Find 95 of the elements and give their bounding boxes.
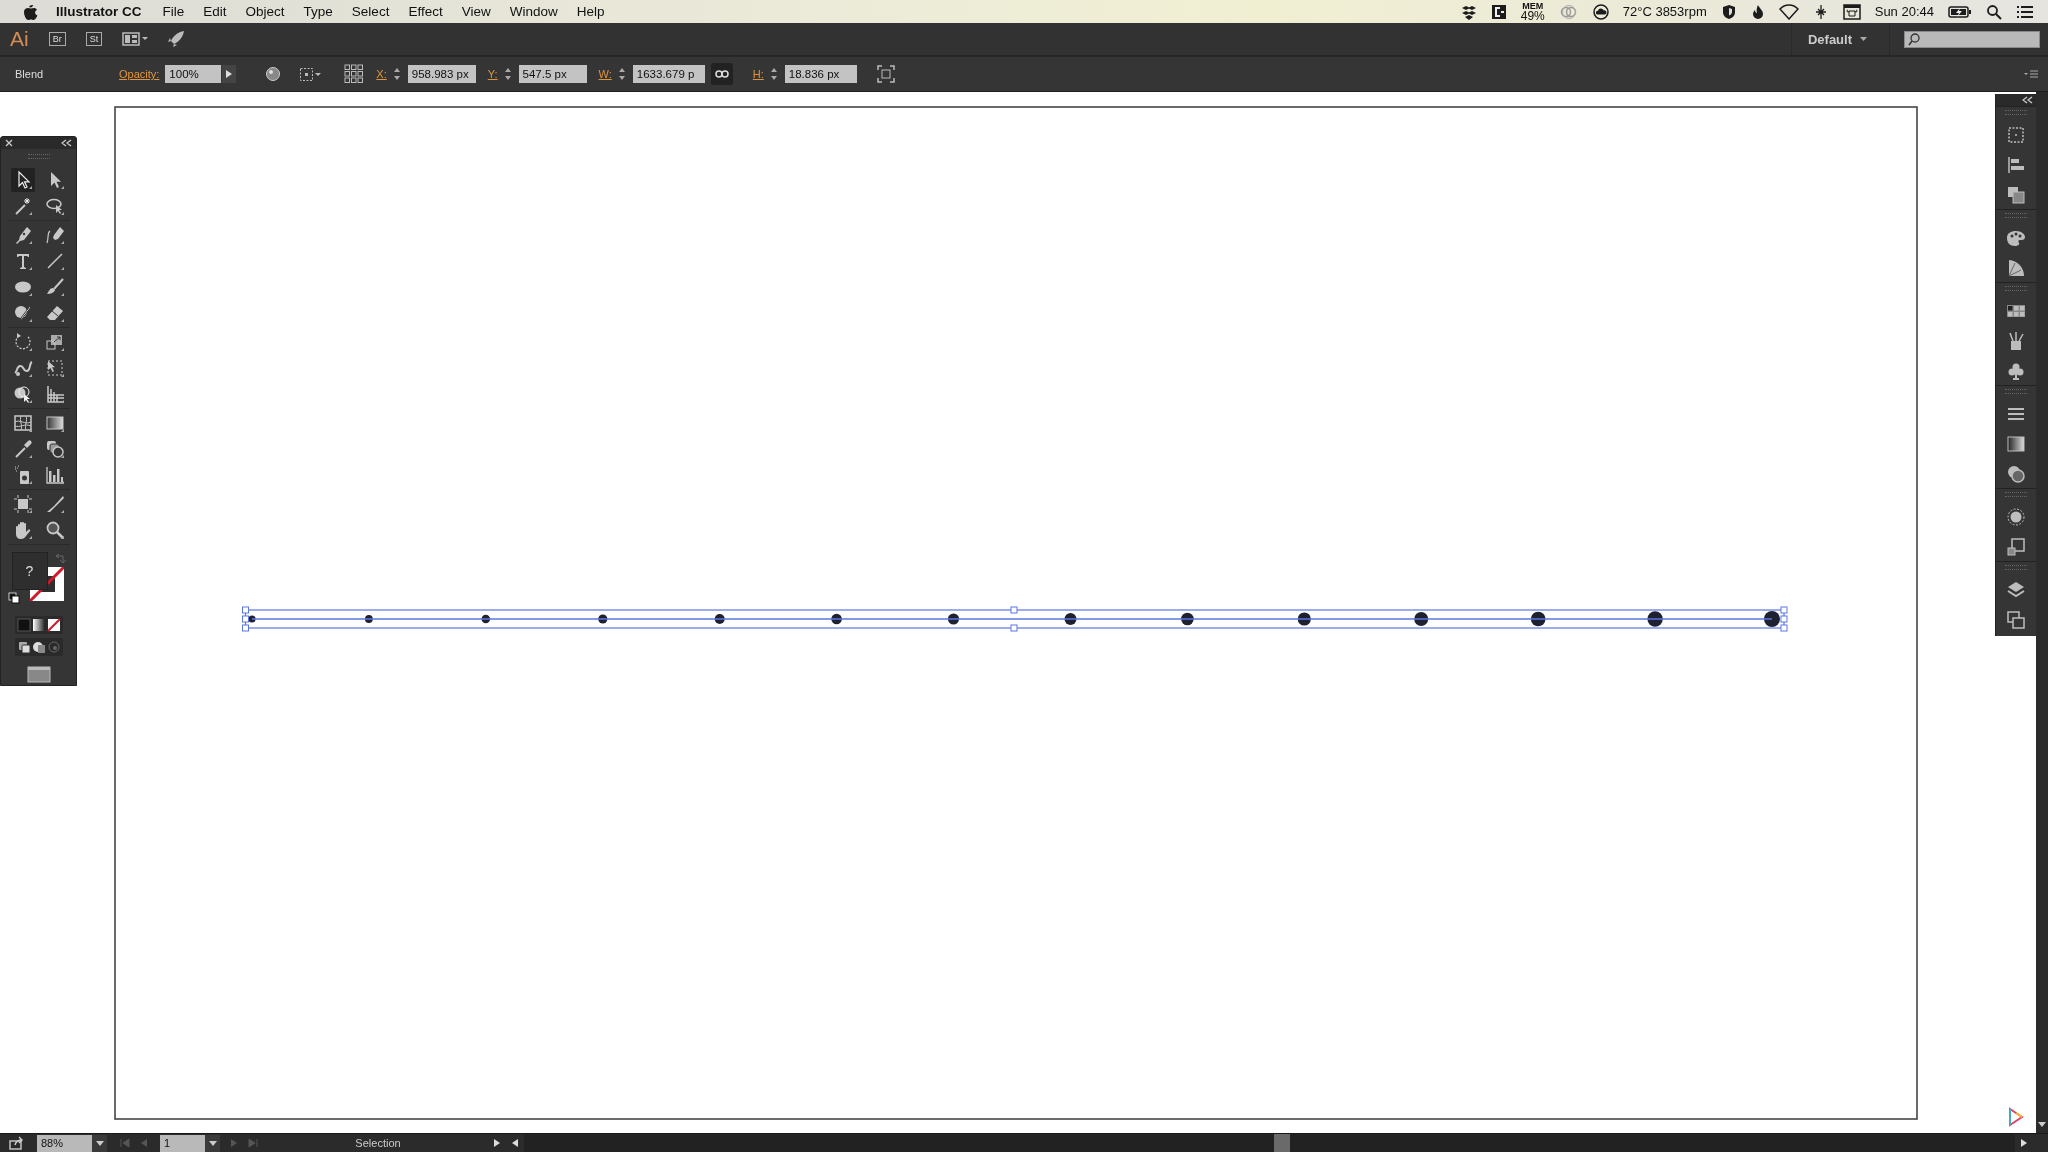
selection-box[interactable] (242, 606, 1788, 632)
artboard-field[interactable]: 1 (160, 1134, 205, 1152)
menu-item[interactable]: Type (303, 4, 333, 19)
field-label[interactable]: W: (598, 68, 612, 80)
spinner-icon[interactable] (769, 67, 778, 81)
workspace-switcher[interactable]: Default (1790, 23, 1890, 55)
collapse-icon[interactable] (2022, 96, 2033, 104)
artboard-dropdown-button[interactable] (205, 1134, 220, 1152)
flame-icon[interactable] (1750, 3, 1765, 20)
memory-label: MEM (1522, 1, 1544, 11)
field-input[interactable]: 958.983 px (407, 65, 476, 83)
frame-corners-icon[interactable] (876, 65, 895, 83)
spinner-icon[interactable] (503, 67, 512, 81)
dashed-square-icon[interactable] (299, 66, 323, 82)
draw-normal-icon[interactable] (16, 640, 31, 654)
opacity-field[interactable]: 100% (165, 65, 222, 83)
spinner-icon[interactable] (392, 67, 401, 81)
menu-item[interactable]: Object (245, 4, 285, 19)
app-logo: Ai (10, 27, 29, 51)
blend-drawing[interactable] (248, 611, 1780, 627)
panel-menu-icon[interactable] (2024, 69, 2038, 79)
fill-swatch[interactable]: ? (11, 552, 48, 590)
search-field[interactable] (1904, 30, 2040, 48)
layers-icon[interactable] (2006, 580, 2026, 600)
palette-icon[interactable] (2006, 228, 2026, 248)
scroll-down-arrow[interactable] (2038, 1122, 2046, 1127)
caret-icon (95, 1140, 104, 1146)
menu-item[interactable]: File (162, 4, 185, 19)
field-input[interactable]: 1633.679 p (632, 65, 705, 83)
wifi-icon[interactable] (1778, 3, 1799, 20)
appearance-icon[interactable] (2006, 507, 2026, 527)
rocket-icon[interactable] (167, 30, 186, 48)
app-menu[interactable]: Illustrator CC (56, 4, 142, 19)
clock[interactable]: Sun 20:44 (1874, 4, 1934, 19)
caret-icon (208, 1140, 217, 1146)
field-label[interactable]: Y: (487, 68, 498, 80)
menu-item[interactable]: Window (509, 4, 558, 19)
brushes-icon[interactable] (2006, 331, 2026, 351)
layout-icon[interactable] (122, 31, 150, 47)
field-label[interactable]: H: (752, 68, 764, 80)
list-icon[interactable] (2016, 3, 2034, 20)
field-label[interactable]: X: (376, 68, 387, 80)
export-icon[interactable] (9, 1136, 24, 1150)
zoom-field[interactable]: 88% (37, 1134, 92, 1152)
scroll-left-arrow[interactable] (512, 1139, 518, 1147)
memory-value: 49% (1520, 10, 1545, 22)
close-icon[interactable] (5, 139, 13, 147)
opacity-label[interactable]: Opacity: (119, 68, 160, 80)
sphere-icon[interactable] (265, 66, 282, 82)
transform-icon[interactable] (2006, 125, 2026, 145)
club-icon[interactable] (2006, 361, 2026, 381)
field-input[interactable]: 18.836 px (784, 65, 857, 83)
scroll-thumb[interactable] (1274, 1134, 1290, 1152)
status-menu-arrow[interactable] (494, 1139, 500, 1147)
draw-behind-icon[interactable] (31, 640, 46, 654)
scroll-right-arrow[interactable] (2021, 1139, 2027, 1147)
gradient-panel-icon[interactable] (2006, 434, 2026, 454)
bracket-box-icon[interactable] (1490, 3, 1507, 20)
cloud-icon[interactable] (1592, 3, 1609, 20)
play-arrow-icon (226, 70, 233, 78)
menu-item[interactable]: Edit (203, 4, 227, 19)
color-mode-icon[interactable] (16, 618, 31, 632)
zoom-dropdown-button[interactable] (92, 1134, 107, 1152)
object-type-label: Blend (15, 68, 45, 80)
align-icon[interactable] (2006, 155, 2026, 175)
pathfinder-icon[interactable] (2006, 185, 2026, 205)
none-mode-icon[interactable] (46, 618, 61, 632)
artboards-icon[interactable] (2006, 610, 2026, 630)
collapse-icon[interactable] (61, 139, 72, 147)
field-input[interactable]: 547.5 px (518, 65, 587, 83)
status-text[interactable]: Selection (272, 1137, 484, 1149)
app-launch-button[interactable]: Br (48, 32, 66, 46)
constrain-proportions-button[interactable] (710, 63, 733, 85)
menu-item[interactable]: Select (351, 4, 390, 19)
search-icon (1908, 32, 1920, 46)
nested-squares-icon[interactable] (2006, 537, 2026, 557)
grid-icon[interactable] (344, 64, 365, 84)
search-icon[interactable] (1986, 3, 2002, 20)
command-box-icon[interactable] (1842, 3, 1861, 20)
sensor-reading[interactable]: 72°C 3853rpm (1622, 4, 1707, 19)
caret-icon (1860, 37, 1867, 41)
spinner-icon[interactable] (617, 67, 626, 81)
opacity-arrow-button[interactable] (222, 65, 237, 83)
battery-icon[interactable] (1948, 3, 1972, 20)
app-launch-button[interactable]: St (85, 32, 103, 46)
overlapping-circles-icon[interactable] (2006, 464, 2026, 484)
menu-item[interactable]: Help (576, 4, 605, 19)
play-icon[interactable] (2009, 1107, 2024, 1127)
default-colors-icon[interactable] (7, 592, 20, 604)
screen-mode-icon[interactable] (26, 666, 51, 683)
shield-icon[interactable] (1720, 3, 1737, 20)
menu-item[interactable]: Effect (408, 4, 443, 19)
menu-item[interactable]: View (461, 4, 491, 19)
gradient-mode-icon[interactable] (31, 618, 46, 632)
chain-icon (714, 70, 729, 78)
